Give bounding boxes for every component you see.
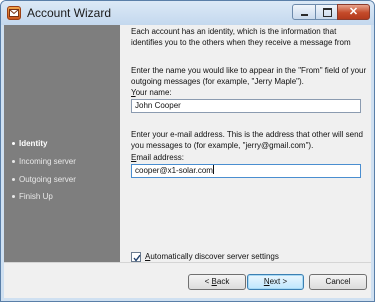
step-label: Identity [19,139,48,148]
account-wizard-window: Account Wizard ✕ Identity Incoming serve… [0,0,375,302]
next-button[interactable]: Next > [247,274,304,290]
back-button[interactable]: < Back [188,274,246,290]
email-label: Email address: [131,153,184,162]
close-icon: ✕ [348,6,359,18]
name-input[interactable]: John Cooper [131,99,361,113]
name-label: Your name: [131,88,172,97]
title-bar[interactable]: Account Wizard ✕ [1,1,374,25]
email-help-text: Enter your e-mail address. This is the a… [131,130,363,150]
maximize-icon [323,8,332,17]
cancel-button[interactable]: Cancel [309,274,367,290]
close-button[interactable]: ✕ [337,4,370,20]
step-label: Outgoing server [19,175,76,184]
bullet-icon [12,195,15,199]
step-label: Finish Up [19,192,53,201]
bullet-icon [12,178,15,182]
checkmark-icon [133,254,141,262]
bullet-icon [12,142,15,146]
footer-divider [4,262,371,263]
auto-discover-checkbox[interactable] [131,252,141,262]
step-label: Incoming server [19,157,76,166]
auto-discover-label[interactable]: Automatically discover server settings [145,252,279,261]
step-identity: Identity [12,139,47,148]
maximize-button[interactable] [315,4,338,20]
name-help-text: Enter the name you would like to appear … [131,66,367,86]
minimize-button[interactable] [292,4,316,20]
intro-text: Each account has an identity, which is t… [131,27,351,47]
app-icon [7,6,21,20]
wizard-body: Identity Incoming server Outgoing server… [4,25,371,298]
email-input[interactable]: cooper@x1-solar.com [131,164,361,178]
text-caret [212,165,214,174]
window-title: Account Wizard [27,6,112,20]
minimize-icon [301,14,308,16]
wizard-steps-sidebar: Identity Incoming server Outgoing server… [4,25,120,262]
step-outgoing-server: Outgoing server [12,175,76,184]
bullet-icon [12,160,15,164]
step-finish-up: Finish Up [12,192,53,201]
step-incoming-server: Incoming server [12,157,76,166]
